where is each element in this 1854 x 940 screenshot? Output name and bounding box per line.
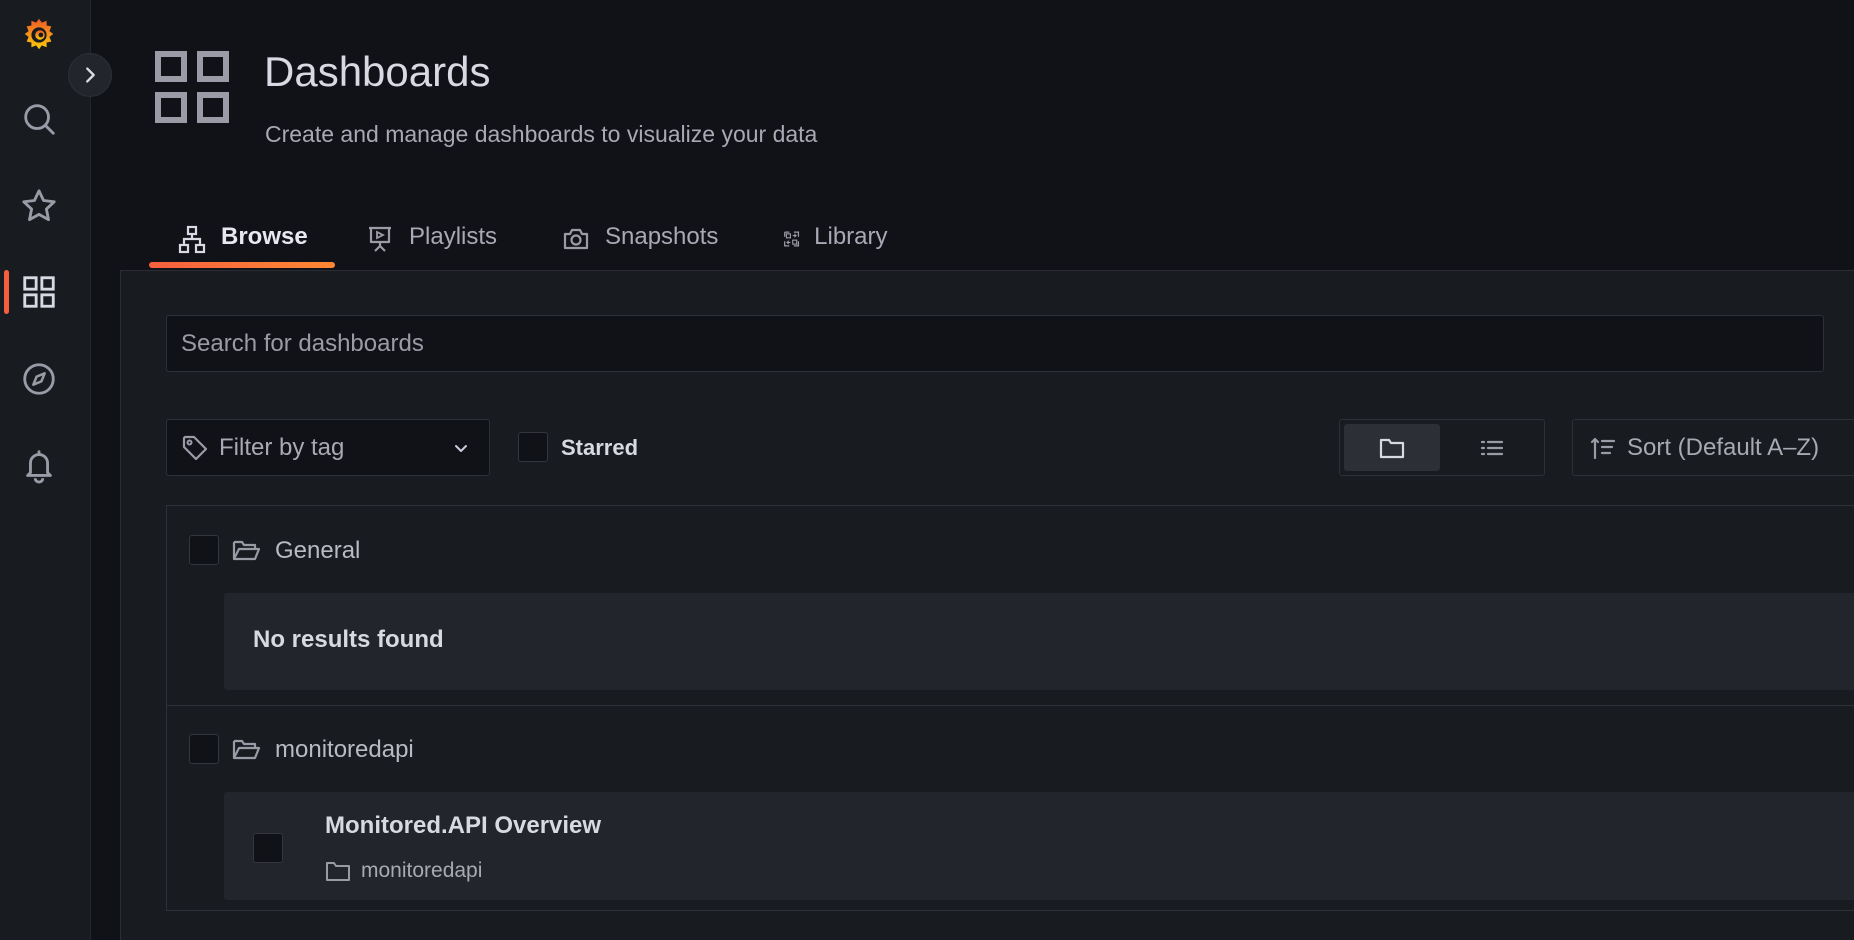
empty-results-card: No results found [224, 593, 1854, 690]
starred-checkbox[interactable] [518, 432, 548, 462]
page-subtitle: Create and manage dashboards to visualiz… [265, 121, 818, 147]
sidebar [0, 0, 112, 940]
dashboard-checkbox[interactable] [253, 833, 283, 863]
folder-icon [326, 862, 350, 881]
folder-checkbox[interactable] [189, 535, 219, 565]
expand-sidebar-button[interactable] [68, 53, 112, 97]
tab-snapshots-label: Snapshots [605, 223, 719, 250]
tab-playlists[interactable]: Playlists [365, 212, 497, 268]
active-indicator [4, 270, 9, 314]
filter-by-tag-placeholder: Filter by tag [219, 433, 345, 461]
tab-browse[interactable]: Browse [177, 212, 308, 268]
list-icon [1480, 440, 1504, 455]
starred-label[interactable]: Starred [561, 435, 638, 461]
view-mode-toggle [1339, 419, 1545, 476]
tab-library-panels[interactable]: Library panels [783, 212, 900, 300]
page-title: Dashboards [264, 48, 491, 95]
browse-panel: Filter by tag Starred Sort (Default A–Z) [120, 270, 1854, 940]
library-panels-icon [784, 231, 800, 247]
folder-row-monitoredapi[interactable]: monitoredapi [167, 719, 1854, 779]
active-tab-underline [149, 262, 335, 268]
empty-results-message: No results found [253, 626, 444, 653]
filter-by-tag-select[interactable]: Filter by tag [166, 419, 490, 476]
folder-name: monitoredapi [275, 736, 414, 763]
dashboard-item[interactable]: Monitored.API Overview monitoredapi [224, 792, 1854, 900]
sitemap-icon [178, 225, 206, 254]
list-view-button[interactable] [1444, 424, 1540, 471]
sort-label: Sort (Default A–Z) [1627, 433, 1820, 461]
explore-compass-icon[interactable] [19, 359, 59, 399]
folder-view-button[interactable] [1344, 424, 1440, 471]
camera-icon [563, 228, 589, 250]
folder-open-icon [232, 540, 261, 561]
dashboards-page-icon [155, 51, 229, 123]
tag-icon [182, 435, 208, 460]
sort-select[interactable]: Sort (Default A–Z) [1572, 419, 1854, 476]
chevron-down-icon [455, 445, 467, 452]
folder-name: General [275, 537, 361, 564]
tab-playlists-label: Playlists [409, 223, 498, 250]
chevron-right-icon [86, 67, 95, 83]
folder-icon [1379, 438, 1405, 458]
search-icon[interactable] [19, 99, 59, 139]
folder-list: General No results found monitoredapi Mo… [166, 505, 1854, 911]
grafana-logo-icon[interactable] [19, 14, 59, 54]
dashboards-icon[interactable] [19, 272, 59, 312]
folder-checkbox[interactable] [189, 734, 219, 764]
dashboard-folder-name: monitoredapi [361, 859, 483, 882]
tab-browse-label: Browse [221, 223, 308, 250]
folder-row-general[interactable]: General [167, 520, 1854, 580]
folder-divider [167, 705, 1854, 706]
presentation-icon [369, 226, 391, 252]
tab-snapshots[interactable]: Snapshots [561, 212, 718, 268]
alerting-bell-icon[interactable] [19, 445, 59, 485]
dashboard-title[interactable]: Monitored.API Overview [325, 812, 601, 840]
search-input[interactable] [166, 315, 1824, 372]
star-icon[interactable] [19, 186, 59, 226]
sort-amount-up-icon [1590, 437, 1616, 459]
folder-open-icon [232, 739, 261, 760]
